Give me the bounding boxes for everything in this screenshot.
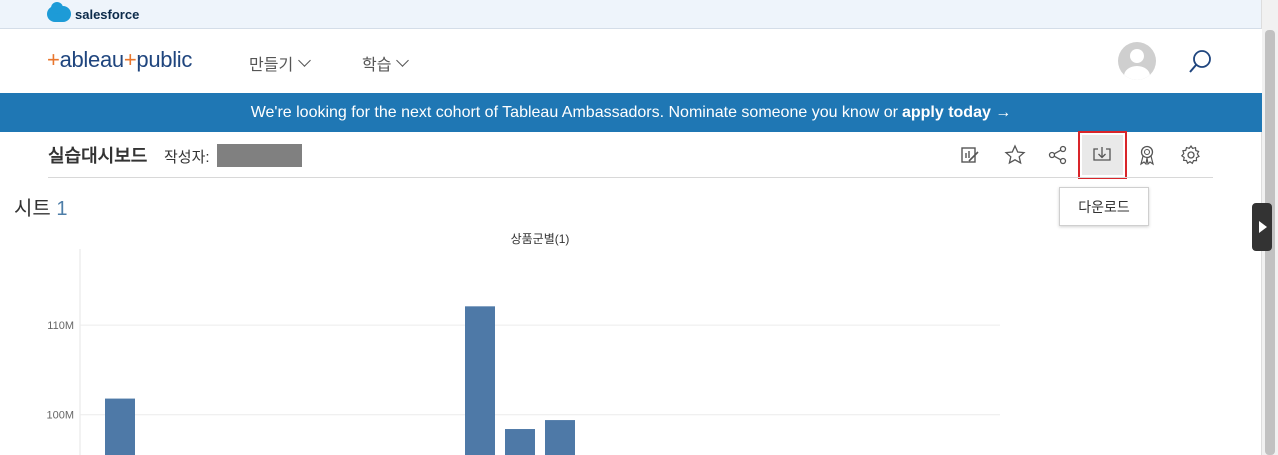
tableau-public-logo[interactable]: +ableau+public — [47, 47, 192, 73]
bar-chart: 상품군별(1) 100M 110M — [46, 232, 1000, 455]
nav-learn-label: 학습 — [362, 57, 392, 74]
download-icon[interactable] — [1089, 142, 1115, 168]
salesforce-brand: salesforce — [75, 6, 140, 22]
chevron-down-icon — [396, 54, 410, 67]
author-label: 작성자: — [164, 149, 210, 166]
sheet-title: 시트 1 — [14, 192, 68, 221]
apply-today-link[interactable]: apply today → — [902, 104, 1011, 122]
author-name-redacted[interactable] — [217, 144, 302, 167]
download-tooltip: 다운로드 — [1059, 187, 1149, 226]
sheet-title-number: 1 — [56, 198, 68, 220]
logo-text-tableau: ableau — [59, 47, 125, 72]
edit-icon[interactable] — [957, 142, 983, 168]
bar — [465, 306, 495, 455]
viz-title: 실습대시보드 — [48, 146, 148, 166]
site-header: +ableau+public 만들기 학습 — [0, 29, 1262, 93]
side-panel-toggle[interactable] — [1252, 203, 1272, 251]
y-tick-label: 110M — [47, 320, 74, 332]
chart-title: 상품군별(1) — [511, 232, 570, 246]
salesforce-topbar: salesforce — [0, 0, 1262, 29]
sheet-title-text: 시트 — [14, 198, 51, 220]
gear-icon[interactable] — [1178, 142, 1204, 168]
chevron-down-icon — [298, 54, 312, 67]
logo-plus: + — [47, 47, 60, 72]
user-avatar[interactable] — [1118, 42, 1156, 80]
ambassador-banner: We're looking for the next cohort of Tab… — [0, 93, 1262, 132]
search-icon[interactable] — [1187, 49, 1213, 75]
nav-learn[interactable]: 학습 — [362, 51, 410, 75]
bar — [505, 429, 535, 455]
y-tick-label: 100M — [46, 410, 74, 422]
nav-create-label: 만들기 — [249, 57, 294, 74]
bar — [545, 420, 575, 455]
salesforce-logo[interactable]: salesforce — [47, 2, 140, 23]
award-icon[interactable] — [1134, 142, 1160, 168]
banner-text: We're looking for the next cohort of Tab… — [250, 103, 898, 121]
star-icon[interactable] — [1002, 142, 1028, 168]
nav-create[interactable]: 만들기 — [249, 51, 312, 75]
salesforce-cloud-icon — [47, 2, 71, 22]
share-icon[interactable] — [1045, 142, 1071, 168]
bar — [105, 398, 135, 455]
logo-text-public: public — [136, 47, 193, 72]
logo-plus: + — [123, 47, 137, 72]
toolbar-divider — [48, 177, 1213, 178]
